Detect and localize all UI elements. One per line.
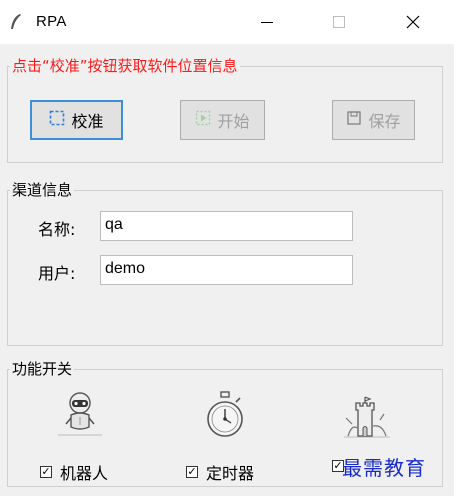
feather-icon bbox=[8, 13, 24, 35]
feature-switch-title: 功能开关 bbox=[10, 359, 75, 379]
robot-icon bbox=[56, 390, 104, 442]
close-button[interactable] bbox=[390, 0, 436, 44]
name-field[interactable]: qa bbox=[100, 211, 353, 241]
name-label: 名称: bbox=[38, 220, 76, 239]
calibration-group-title: 点击“校准”按钮获取软件位置信息 bbox=[10, 56, 240, 76]
timer-toggle-label: 定时器 bbox=[206, 464, 255, 483]
robot-toggle-label: 机器人 bbox=[60, 464, 109, 483]
minimize-button[interactable] bbox=[244, 0, 290, 44]
maximize-button[interactable] bbox=[316, 0, 362, 44]
start-label: 开始 bbox=[217, 112, 250, 131]
maximize-icon bbox=[333, 16, 345, 28]
calibrate-icon bbox=[49, 110, 65, 130]
watermark-text: 最需教育 bbox=[342, 456, 426, 480]
timer-checkbox[interactable]: ✓ bbox=[186, 466, 198, 478]
save-icon bbox=[346, 110, 362, 130]
save-label: 保存 bbox=[368, 112, 401, 131]
channel-info-title: 渠道信息 bbox=[10, 180, 75, 200]
window-title: RPA bbox=[36, 13, 67, 30]
calibrate-label: 校准 bbox=[71, 112, 104, 131]
robot-checkbox[interactable]: ✓ bbox=[40, 466, 52, 478]
castle-icon bbox=[342, 390, 392, 444]
timer-toggle[interactable]: ✓ 定时器 bbox=[186, 460, 254, 484]
window-edge bbox=[454, 44, 463, 496]
close-icon bbox=[406, 15, 420, 29]
stopwatch-icon bbox=[205, 390, 245, 444]
user-label: 用户: bbox=[38, 264, 76, 283]
start-button[interactable]: 开始 bbox=[180, 100, 265, 140]
calibrate-button[interactable]: 校准 bbox=[30, 100, 123, 140]
minimize-icon bbox=[261, 22, 273, 23]
play-icon bbox=[195, 110, 211, 130]
title-bar: RPA bbox=[0, 0, 463, 44]
robot-toggle[interactable]: ✓ 机器人 bbox=[40, 460, 108, 484]
save-button[interactable]: 保存 bbox=[332, 100, 415, 140]
user-field[interactable]: demo bbox=[100, 255, 353, 285]
